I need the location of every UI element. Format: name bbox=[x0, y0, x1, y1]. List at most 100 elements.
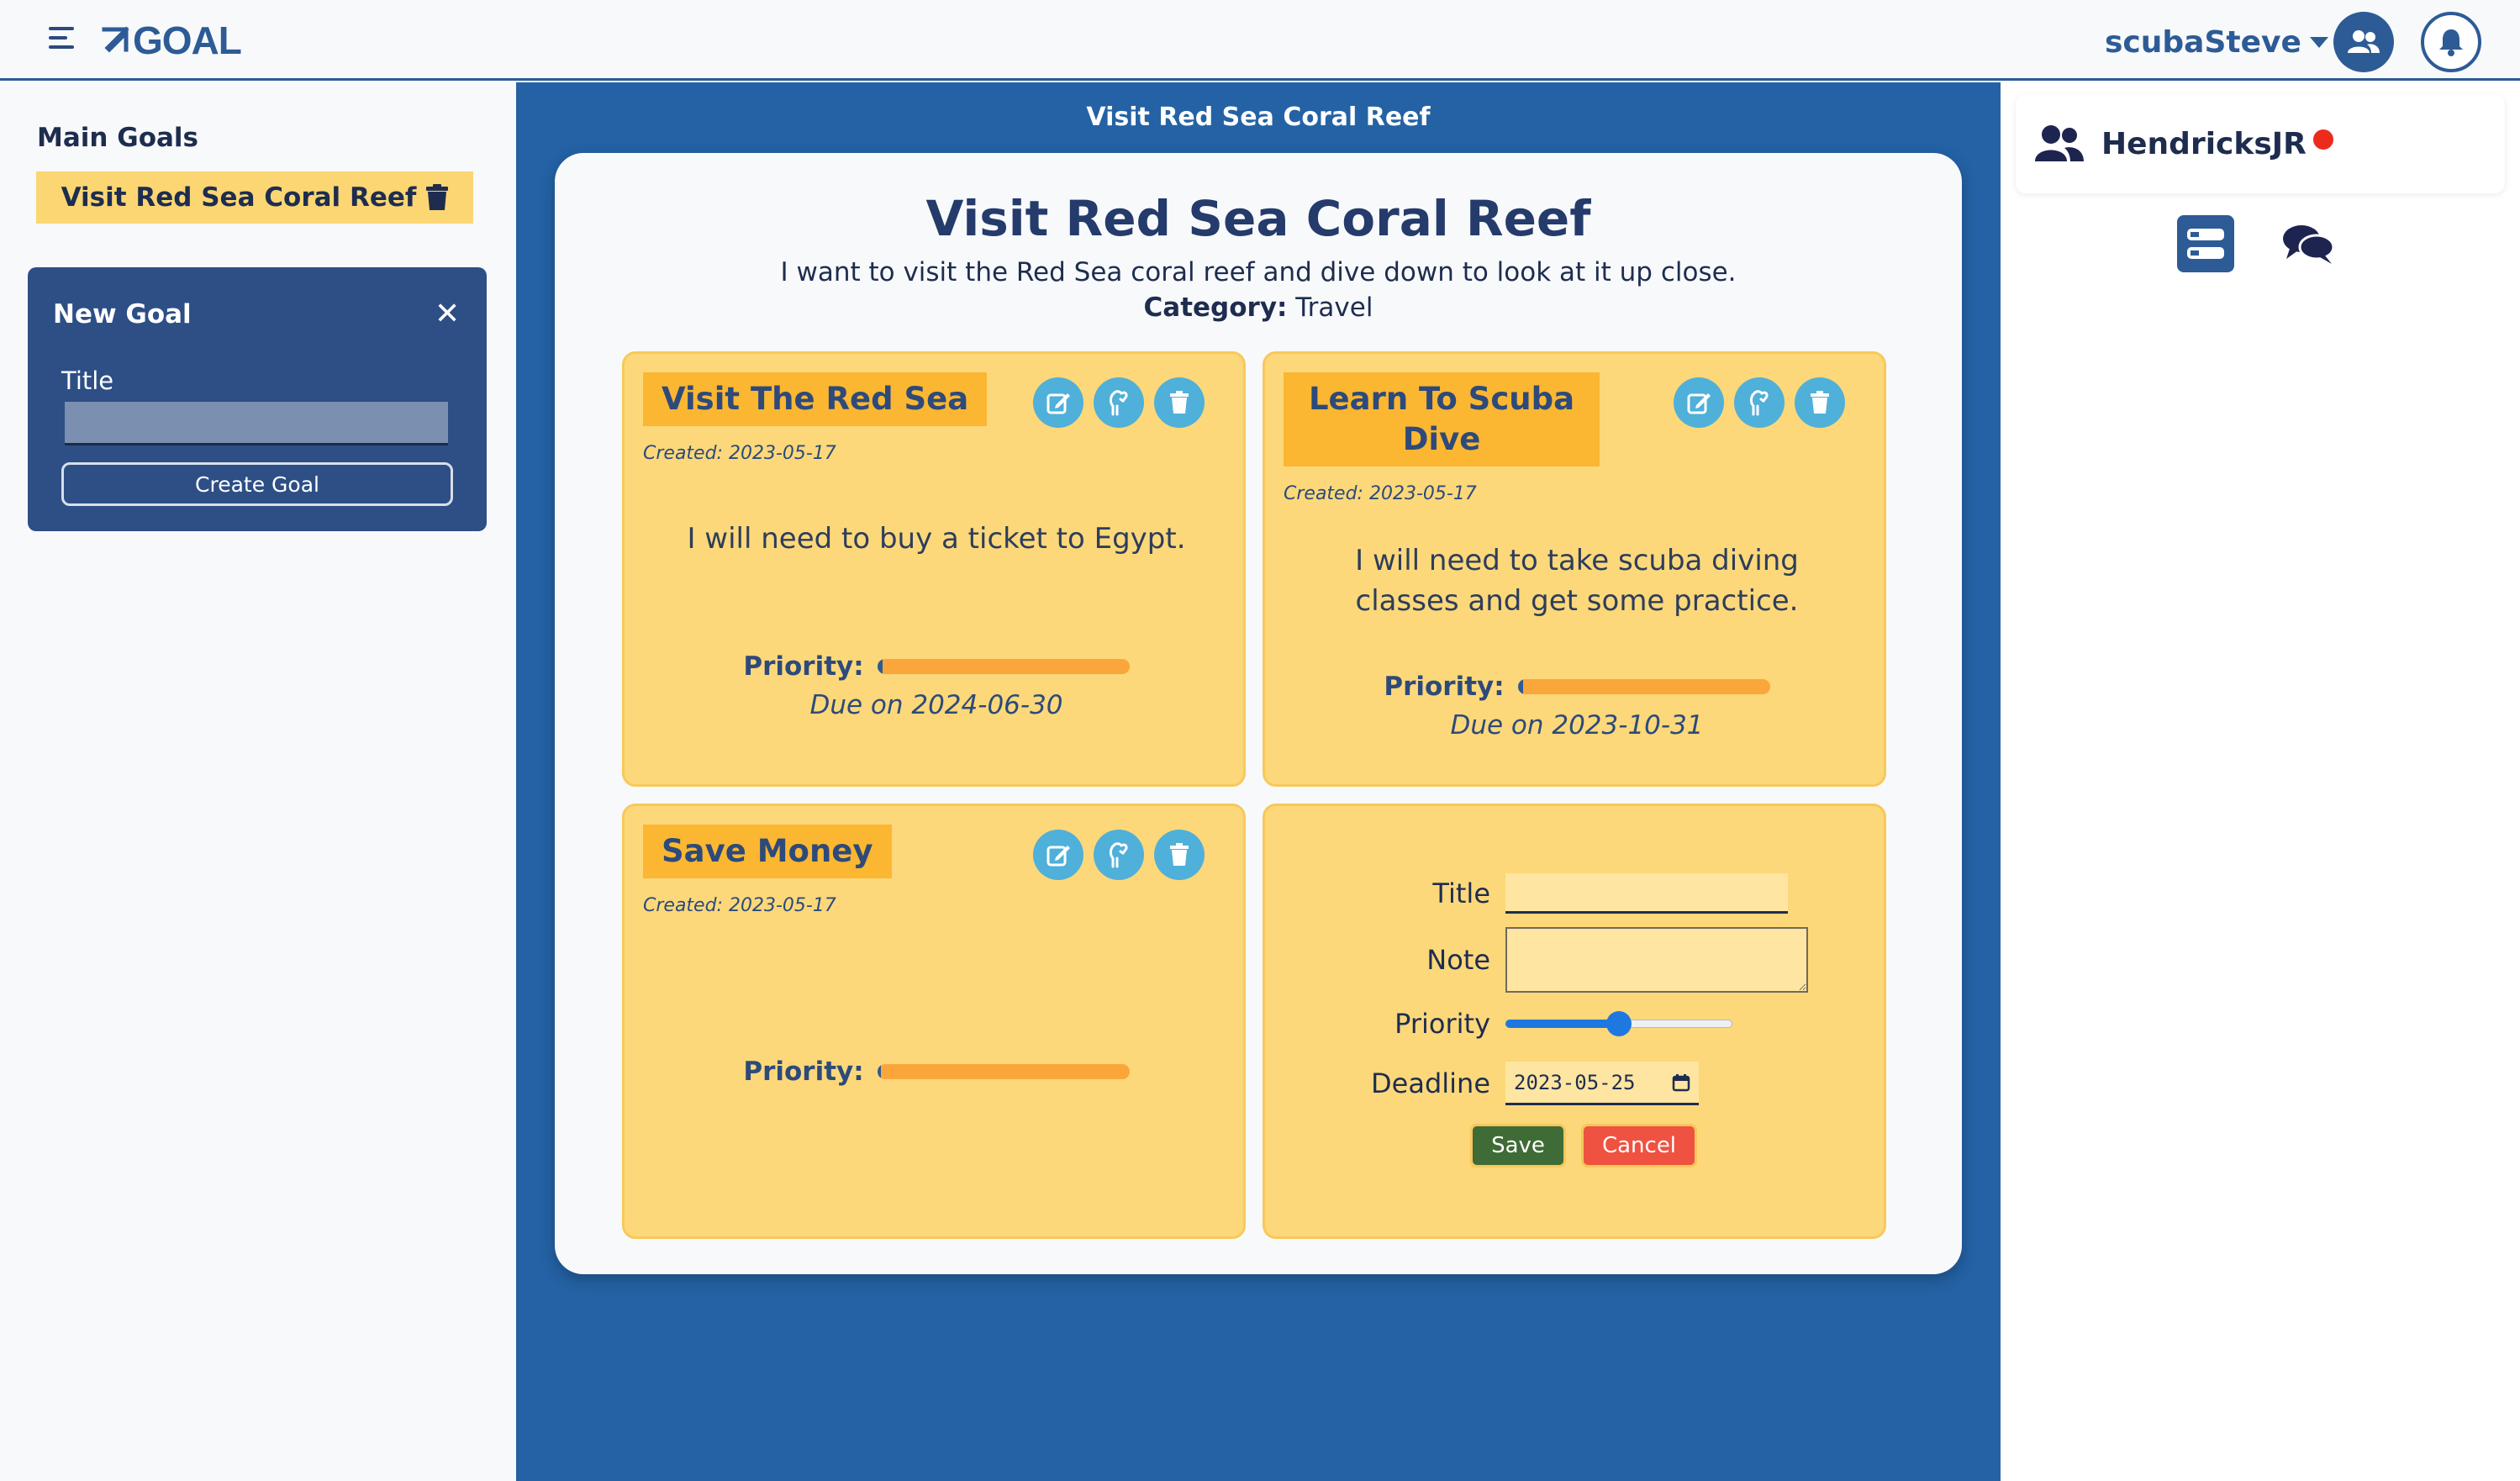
priority-label: Priority: bbox=[743, 651, 864, 682]
task-title: Save Money bbox=[643, 825, 892, 878]
status-indicator bbox=[2312, 129, 2333, 150]
task-card: Learn To Scuba Dive Created: 2023-05-17 … bbox=[1263, 351, 1886, 787]
deadline-label: Deadline bbox=[1371, 1067, 1490, 1099]
top-navbar: GOAL scubaSteve bbox=[0, 0, 2520, 81]
tab-chat[interactable] bbox=[2281, 222, 2335, 269]
priority-label: Priority: bbox=[743, 1057, 864, 1087]
new-goal-title: New Goal bbox=[53, 299, 192, 329]
create-goal-button[interactable]: Create Goal bbox=[61, 462, 453, 506]
complete-task-button[interactable] bbox=[1094, 377, 1144, 428]
page-heading: Visit Red Sea Coral Reef bbox=[1086, 103, 1431, 132]
task-created-date: Created: 2023-05-17 bbox=[643, 443, 836, 464]
app-logo[interactable]: GOAL bbox=[101, 17, 242, 64]
caret-down-icon bbox=[2309, 36, 2328, 48]
logo-text: GOAL bbox=[133, 18, 242, 62]
left-sidebar: Main Goals Visit Red Sea Coral Reef New … bbox=[0, 82, 516, 1481]
tab-list[interactable] bbox=[2177, 215, 2234, 276]
cancel-button[interactable]: Cancel bbox=[1581, 1124, 1697, 1167]
main-goals-heading: Main Goals bbox=[37, 123, 198, 153]
fist-icon bbox=[1110, 390, 1128, 416]
edit-task-button[interactable] bbox=[1033, 830, 1083, 880]
double-arrow-icon bbox=[102, 26, 129, 53]
save-button[interactable]: Save bbox=[1470, 1124, 1566, 1167]
edit-task-button[interactable] bbox=[1033, 377, 1083, 428]
deadline-date-input[interactable]: 2023-05-25 bbox=[1505, 1062, 1699, 1105]
task-actions bbox=[1033, 377, 1215, 428]
deadline-value: 2023-05-25 bbox=[1514, 1070, 1636, 1094]
form-row-deadline: Deadline 2023-05-25 bbox=[1265, 1062, 1699, 1105]
new-goal-panel: New Goal ✕ Title Create Goal bbox=[28, 267, 487, 531]
trash-icon bbox=[1811, 391, 1829, 414]
friends-button[interactable] bbox=[2333, 12, 2394, 72]
fist-icon bbox=[1750, 390, 1769, 416]
complete-task-button[interactable] bbox=[1094, 830, 1144, 880]
task-actions bbox=[1033, 830, 1215, 880]
users-icon bbox=[2035, 125, 2084, 161]
priority-progress-bar bbox=[1517, 679, 1770, 694]
goal-description: I want to visit the Red Sea coral reef a… bbox=[780, 257, 1737, 287]
task-actions bbox=[1674, 377, 1855, 428]
task-created-date: Created: 2023-05-17 bbox=[643, 895, 836, 916]
trash-icon bbox=[1170, 843, 1189, 866]
note-label: Note bbox=[1426, 944, 1490, 976]
task-note-input[interactable] bbox=[1505, 927, 1808, 993]
friend-name: HendricksJR bbox=[2101, 126, 2306, 161]
notifications-button[interactable] bbox=[2421, 12, 2481, 72]
form-row-title: Title bbox=[1265, 873, 1788, 914]
edit-icon bbox=[1046, 393, 1070, 414]
slider-thumb[interactable] bbox=[1606, 1011, 1632, 1036]
title-label: Title bbox=[1432, 878, 1490, 909]
goal-title: Visit Red Sea Coral Reef bbox=[925, 190, 1591, 247]
close-icon[interactable]: ✕ bbox=[435, 299, 460, 329]
form-row-note: Note bbox=[1265, 927, 1808, 993]
task-note: I will need to take scuba diving classes… bbox=[1355, 544, 1799, 618]
title-field-label: Title bbox=[61, 366, 114, 395]
goal-title-input[interactable] bbox=[65, 402, 448, 445]
friend-card[interactable]: HendricksJR bbox=[2016, 94, 2505, 193]
task-title-input[interactable] bbox=[1505, 873, 1788, 914]
task-card: Save Money Created: 2023-05-17 Priority: bbox=[622, 804, 1246, 1239]
chat-icon bbox=[2283, 225, 2335, 264]
list-icon bbox=[2177, 215, 2234, 272]
task-title: Learn To Scuba Dive bbox=[1284, 372, 1600, 466]
edit-task-button[interactable] bbox=[1674, 377, 1724, 428]
trash-icon bbox=[1170, 391, 1189, 414]
priority-slider[interactable] bbox=[1505, 1011, 1732, 1036]
priority-field-label: Priority bbox=[1394, 1008, 1490, 1040]
category-value: Travel bbox=[1295, 293, 1373, 323]
username: scubaSteve bbox=[2105, 24, 2301, 60]
priority-label: Priority: bbox=[1384, 672, 1505, 702]
task-created-date: Created: 2023-05-17 bbox=[1284, 483, 1477, 504]
hamburger-icon[interactable] bbox=[49, 27, 74, 49]
priority-progress-bar bbox=[877, 1064, 1130, 1079]
complete-task-button[interactable] bbox=[1734, 377, 1785, 428]
edit-icon bbox=[1687, 393, 1711, 414]
trash-icon[interactable] bbox=[426, 184, 449, 211]
fist-icon bbox=[1110, 842, 1128, 868]
calendar-icon[interactable] bbox=[1672, 1073, 1690, 1092]
task-title: Visit The Red Sea bbox=[643, 372, 988, 426]
goal-category: Category: Travel bbox=[555, 293, 1962, 323]
task-due-date: Due on 2024-06-30 bbox=[809, 690, 1063, 720]
bell-icon bbox=[2439, 29, 2463, 56]
priority-row: Priority: bbox=[1265, 672, 1889, 702]
priority-progress-bar bbox=[877, 659, 1130, 674]
user-menu-dropdown[interactable]: scubaSteve bbox=[2105, 22, 2328, 62]
category-label: Category: bbox=[1143, 293, 1288, 323]
delete-task-button[interactable] bbox=[1154, 377, 1205, 428]
task-note: I will need to buy a ticket to Egypt. bbox=[687, 522, 1186, 556]
form-row-priority: Priority bbox=[1265, 1008, 1732, 1040]
new-task-form: Title Note Priority Deadline 2023-05-25 bbox=[1263, 804, 1886, 1239]
task-card: Visit The Red Sea Created: 2023-05-17 I … bbox=[622, 351, 1246, 787]
main-goal-label: Visit Red Sea Coral Reef bbox=[61, 182, 417, 213]
main-goal-item[interactable]: Visit Red Sea Coral Reef bbox=[36, 171, 473, 224]
task-due-date: Due on 2023-10-31 bbox=[1450, 710, 1704, 740]
edit-icon bbox=[1046, 846, 1070, 867]
delete-task-button[interactable] bbox=[1795, 377, 1845, 428]
right-sidebar: HendricksJR bbox=[2001, 82, 2520, 1481]
main-content: Visit Red Sea Coral Reef Visit Red Sea C… bbox=[516, 82, 2001, 1481]
priority-row: Priority: bbox=[625, 1057, 1248, 1087]
delete-task-button[interactable] bbox=[1154, 830, 1205, 880]
users-icon bbox=[2348, 30, 2380, 53]
goal-detail-card: Visit Red Sea Coral Reef I want to visit… bbox=[555, 153, 1962, 1274]
